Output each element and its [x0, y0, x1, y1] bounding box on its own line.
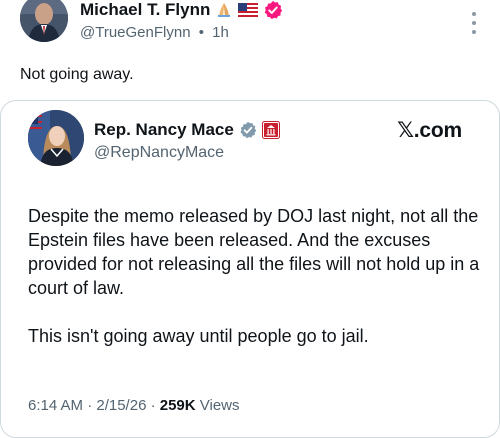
views-count: 259K [159, 397, 196, 414]
avatar-image [20, 0, 68, 42]
author-avatar[interactable] [20, 0, 68, 42]
post-text: Not going away. [20, 66, 134, 83]
author-name-row: Michael T. Flynn [80, 0, 283, 20]
verified-badge-icon [265, 0, 283, 20]
quoted-paragraph-1: Despite the memo released by DOJ last ni… [28, 206, 480, 298]
quoted-author-name[interactable]: Rep. Nancy Mace [94, 120, 234, 140]
quoted-avatar-image [28, 110, 84, 166]
quoted-post-body: Despite the memo released by DOJ last ni… [28, 204, 480, 372]
author-handle-row: @TrueGenFlynn • 1h [80, 24, 229, 41]
praying-hands-icon [218, 3, 231, 17]
house-seal-icon [261, 121, 280, 139]
post-time[interactable]: 1h [212, 24, 229, 41]
more-options-icon[interactable] [472, 12, 478, 34]
quoted-author-handle[interactable]: @RepNancyMace [94, 144, 224, 162]
quoted-timestamp[interactable]: 6:14 AM · 2/15/26 · [28, 397, 160, 414]
author-handle[interactable]: @TrueGenFlynn [80, 24, 191, 41]
post-screenshot: Michael T. Flynn @TrueGenFlynn • 1h Not … [0, 0, 500, 438]
views-label: Views [195, 397, 240, 414]
author-name[interactable]: Michael T. Flynn [80, 0, 210, 20]
quoted-author-name-row: Rep. Nancy Mace [94, 120, 280, 140]
meta-separator: • [198, 24, 204, 41]
us-flag-icon [238, 3, 259, 17]
gray-verified-badge-icon [240, 121, 257, 139]
quoted-paragraph-2: This isn't going away until people go to… [28, 326, 369, 346]
quoted-author-avatar[interactable] [28, 110, 84, 166]
quoted-post-meta: 6:14 AM · 2/15/26 · 259K Views [28, 397, 240, 414]
source-label: 𝕏.com [397, 119, 462, 142]
